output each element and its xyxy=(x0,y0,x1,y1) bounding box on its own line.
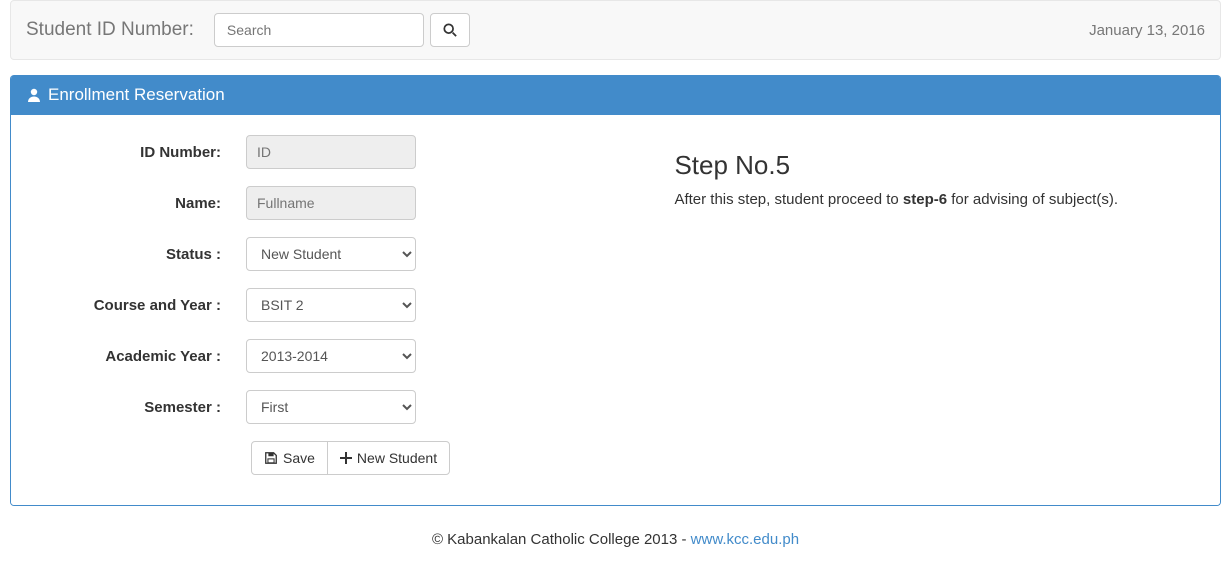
sem-select[interactable]: First xyxy=(246,390,416,424)
course-select[interactable]: BSIT 2 xyxy=(246,288,416,322)
panel-title: Enrollment Reservation xyxy=(48,85,225,105)
search-label: Student ID Number: xyxy=(26,19,194,41)
name-label: Name: xyxy=(26,195,246,212)
search-group xyxy=(214,13,470,47)
save-button[interactable]: Save xyxy=(251,441,328,475)
topbar: Student ID Number: January 13, 2016 xyxy=(10,0,1221,60)
new-student-button[interactable]: New Student xyxy=(327,441,450,475)
acad-select[interactable]: 2013-2014 xyxy=(246,339,416,373)
step-title: Step No.5 xyxy=(674,150,1185,181)
step-text: After this step, student proceed to step… xyxy=(674,191,1185,208)
user-icon xyxy=(26,87,42,103)
plus-icon xyxy=(340,452,352,464)
acad-label: Academic Year : xyxy=(26,348,246,365)
form-side: ID Number: Name: Status : New Student Co… xyxy=(26,135,674,475)
panel-header: Enrollment Reservation xyxy=(11,75,1220,115)
footer-link[interactable]: www.kcc.edu.ph xyxy=(691,531,799,548)
sem-label: Semester : xyxy=(26,399,246,416)
footer: © Kabankalan Catholic College 2013 - www… xyxy=(0,506,1231,556)
enrollment-panel: Enrollment Reservation ID Number: Name: … xyxy=(10,75,1221,506)
course-label: Course and Year : xyxy=(26,297,246,314)
status-label: Status : xyxy=(26,246,246,263)
status-select[interactable]: New Student xyxy=(246,237,416,271)
search-icon xyxy=(443,23,457,37)
save-icon xyxy=(264,451,278,465)
panel-body: ID Number: Name: Status : New Student Co… xyxy=(11,115,1220,505)
search-input[interactable] xyxy=(214,13,424,47)
info-side: Step No.5 After this step, student proce… xyxy=(674,135,1205,475)
search-button[interactable] xyxy=(430,13,470,47)
name-field xyxy=(246,186,416,220)
date-display: January 13, 2016 xyxy=(1089,22,1205,39)
id-field xyxy=(246,135,416,169)
id-label: ID Number: xyxy=(26,144,246,161)
